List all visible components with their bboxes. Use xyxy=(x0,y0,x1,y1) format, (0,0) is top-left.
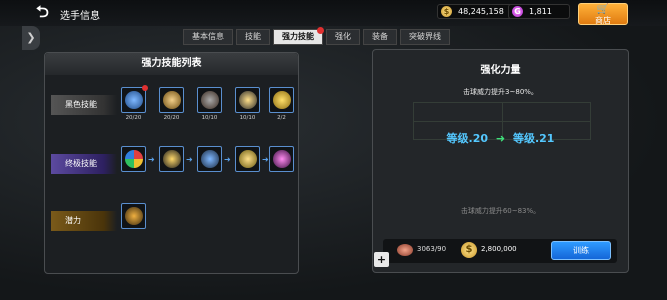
gold-cost: 2,800,000 xyxy=(481,245,517,253)
level-to: 等级.21 xyxy=(512,132,555,145)
level-from: 等级.20 xyxy=(446,132,489,145)
chevron-right-icon: ❯ xyxy=(26,31,36,44)
ultimate-skills-row: 终极技能 ➜ ➜ ➜ ➜ xyxy=(51,146,294,182)
skill-count: 10/10 xyxy=(239,115,256,121)
potential-row: 潜力 xyxy=(51,203,293,239)
gold-counter: $ 48,245,158 xyxy=(437,4,519,19)
skill-slot-arm[interactable]: 20/20 xyxy=(159,87,184,121)
notification-dot xyxy=(317,27,324,34)
star-player-icon xyxy=(163,150,181,168)
row-label-black-skills: 黑色技能 xyxy=(51,95,117,115)
shop-button[interactable]: 🛒 商店 xyxy=(578,3,628,25)
chevron-right-icon: ➜ xyxy=(186,155,193,164)
star-swing-icon xyxy=(239,150,257,168)
skill-list-panel: 强力技能列表 黑色技能 20/20 20/20 10/10 10/10 2/2 … xyxy=(44,52,299,274)
ball-icon xyxy=(397,244,413,256)
next-level-description: 击球威力提升60~83%。 xyxy=(460,207,541,215)
skill-list-title: 强力技能列表 xyxy=(45,53,298,75)
gem-icon: G xyxy=(512,6,523,17)
train-label: 训练 xyxy=(573,246,589,255)
tab-skills[interactable]: 技能 xyxy=(236,29,270,45)
train-button[interactable]: 训练 xyxy=(551,241,611,260)
tab-label: 技能 xyxy=(245,32,261,41)
enhance-title: 强化力量 xyxy=(480,65,521,76)
skill-count: 20/20 xyxy=(163,115,180,121)
skill-slot-helmet[interactable]: 10/10 xyxy=(197,87,222,121)
skill-slot-star-swing[interactable]: 10/10 xyxy=(235,87,260,121)
skill-count: 10/10 xyxy=(201,115,218,121)
cost-bar: 3063/90 $ 2,800,000 训练 xyxy=(383,239,617,263)
tab-bar: 基本信息 技能 强力技能 强化 装备 突破界线 xyxy=(183,27,450,45)
skill-slot-racket-2[interactable] xyxy=(197,146,222,172)
shop-label: 商店 xyxy=(595,16,611,25)
tab-label: 强力技能 xyxy=(282,32,314,41)
coin-icon: $ xyxy=(461,242,477,258)
color-wheel-icon xyxy=(125,150,143,168)
moon-icon xyxy=(273,91,291,109)
add-balls-button[interactable]: + xyxy=(374,252,389,267)
row-label-ultimate-skills: 终极技能 xyxy=(51,154,117,174)
star-swing-icon xyxy=(239,91,257,109)
chevron-right-icon: ➜ xyxy=(224,155,231,164)
helmet-icon xyxy=(201,91,219,109)
tab-equipment[interactable]: 装备 xyxy=(363,29,397,45)
skill-slot-moon[interactable]: 2/2 xyxy=(269,87,294,121)
back-arrow-icon[interactable]: ⮌ xyxy=(36,3,58,21)
page-title: 选手信息 xyxy=(60,11,100,22)
enhance-panel: 强化力量 击球威力提升3~80%。 等级.20 ➜ 等级.21 击球威力提升60… xyxy=(372,49,629,273)
skill-slot-color-wheel[interactable] xyxy=(121,146,146,172)
gem-amount: 1,811 xyxy=(529,7,552,16)
tab-enhance[interactable]: 强化 xyxy=(326,29,360,45)
black-skills-row: 黑色技能 20/20 20/20 10/10 10/10 2/2 xyxy=(51,85,294,123)
side-menu-toggle[interactable]: ❯ xyxy=(22,26,40,50)
tab-label: 强化 xyxy=(335,32,351,41)
cart-icon: 🛒 xyxy=(596,4,610,15)
enhance-description: 击球威力提升3~80%。 xyxy=(463,88,538,96)
purple-shoe-icon xyxy=(273,150,291,168)
coin-icon: $ xyxy=(441,6,452,17)
racket-icon xyxy=(125,91,143,109)
top-bar: ⮌ 选手信息 $ 48,245,158 G 1,811 🛒 商店 xyxy=(0,0,667,26)
chevron-right-icon: ➜ xyxy=(262,155,269,164)
skill-slot-purple-shoe[interactable] xyxy=(269,146,294,172)
skill-slot-star-swing-2[interactable] xyxy=(235,146,260,172)
skill-slot-potential[interactable] xyxy=(121,203,146,229)
skill-slot-star-player[interactable] xyxy=(159,146,184,172)
level-change: 等级.20 ➜ 等级.21 xyxy=(373,130,628,146)
arrow-right-icon: ➜ xyxy=(495,132,506,145)
tab-label: 装备 xyxy=(372,32,388,41)
tab-power-skills[interactable]: 强力技能 xyxy=(273,27,324,45)
tab-breakthrough[interactable]: 突破界线 xyxy=(400,29,450,45)
skill-slot-racket[interactable]: 20/20 xyxy=(121,85,148,121)
skill-count: 20/20 xyxy=(125,115,142,121)
gold-amount: 48,245,158 xyxy=(458,7,504,16)
potential-icon xyxy=(125,207,143,225)
tab-label: 突破界线 xyxy=(409,32,441,41)
tab-basic-info[interactable]: 基本信息 xyxy=(183,29,233,45)
ball-count: 3063/90 xyxy=(417,245,447,253)
racket-icon xyxy=(201,150,219,168)
skill-count: 2/2 xyxy=(277,115,286,121)
gem-counter: G 1,811 xyxy=(508,4,570,19)
arm-icon xyxy=(163,91,181,109)
tab-label: 基本信息 xyxy=(192,32,224,41)
row-label-potential: 潜力 xyxy=(51,211,117,231)
notification-dot xyxy=(142,85,148,91)
chevron-right-icon: ➜ xyxy=(148,155,155,164)
